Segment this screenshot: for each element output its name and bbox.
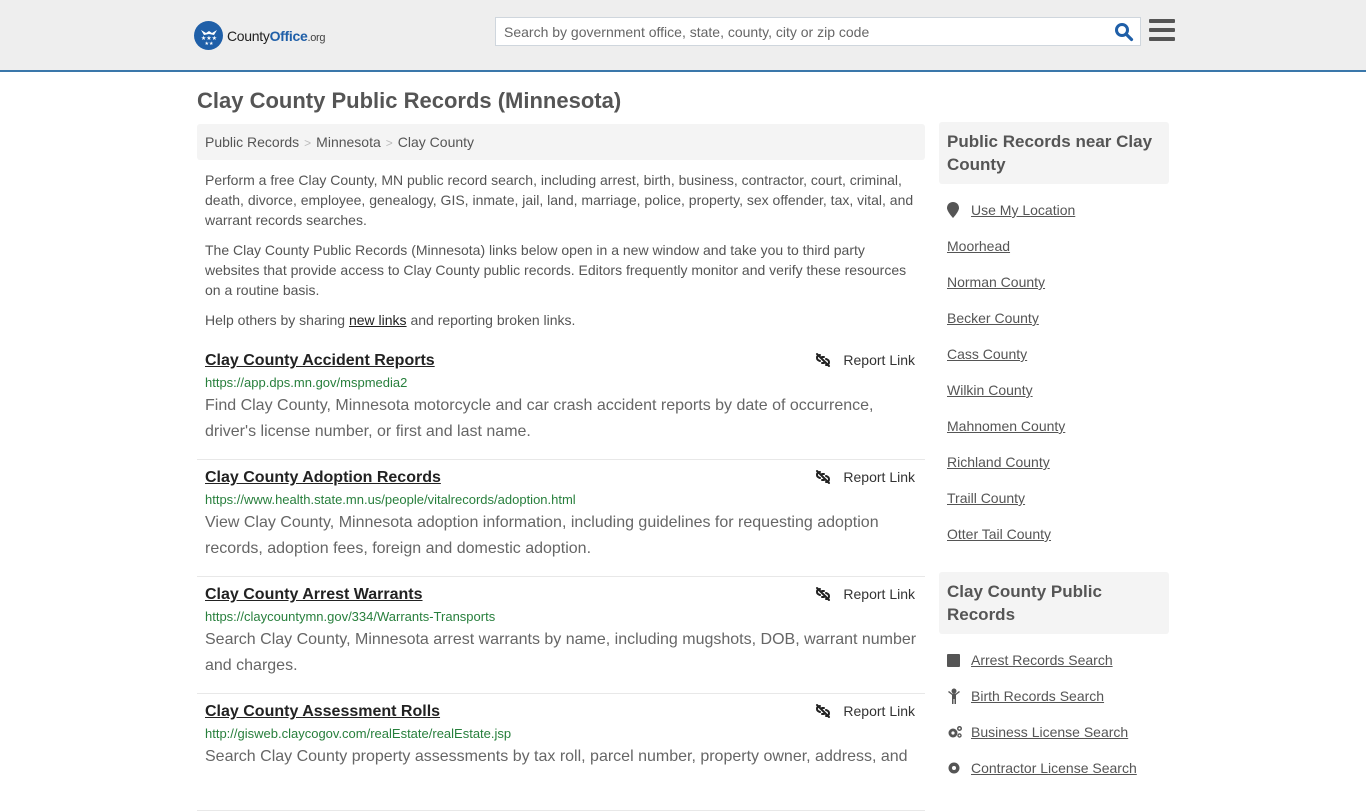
record-description: Find Clay County, Minnesota motorcycle a… bbox=[205, 397, 874, 440]
county-record-item: Arrest Records Search bbox=[947, 642, 1161, 678]
menu-bar-icon bbox=[1149, 28, 1175, 32]
records-list: Clay County Accident Reports Report Link… bbox=[197, 343, 925, 811]
page-title: Clay County Public Records (Minnesota) bbox=[197, 88, 622, 113]
use-location-item: Use My Location bbox=[947, 192, 1161, 228]
record-title-link[interactable]: Clay County Adoption Records bbox=[205, 469, 441, 487]
menu-bar-icon bbox=[1149, 37, 1175, 41]
nearby-link-becker-county[interactable]: Becker County bbox=[947, 310, 1039, 326]
search-icon bbox=[1115, 23, 1134, 42]
broken-link-icon bbox=[816, 704, 831, 718]
nearby-heading: Public Records near Clay County bbox=[939, 122, 1169, 184]
record-title-link[interactable]: Clay County Accident Reports bbox=[205, 352, 435, 370]
report-link-button[interactable]: Report Link bbox=[815, 352, 915, 368]
nearby-item: Richland County bbox=[947, 444, 1161, 480]
menu-bar-icon bbox=[1149, 19, 1175, 23]
record-item: Clay County Adoption Records Report Link… bbox=[197, 460, 925, 577]
record-item: Clay County Accident Reports Report Link… bbox=[197, 343, 925, 460]
record-item: Clay County Assessment Rolls Report Link… bbox=[197, 694, 925, 811]
nearby-link-cass-county[interactable]: Cass County bbox=[947, 346, 1027, 362]
report-link-button[interactable]: Report Link bbox=[815, 703, 915, 719]
nearby-item: Otter Tail County bbox=[947, 516, 1161, 552]
record-title-link[interactable]: Clay County Assessment Rolls bbox=[205, 703, 440, 721]
broken-link-icon bbox=[816, 353, 831, 367]
nearby-link-traill-county[interactable]: Traill County bbox=[947, 490, 1025, 506]
arrest-records-search-link[interactable]: Arrest Records Search bbox=[971, 652, 1113, 668]
nearby-link-mahnomen-county[interactable]: Mahnomen County bbox=[947, 418, 1065, 434]
cogs-icon bbox=[947, 725, 963, 739]
county-record-item: Business License Search bbox=[947, 714, 1161, 750]
breadcrumb: Public Records > Minnesota > Clay County bbox=[197, 124, 925, 160]
nearby-item: Norman County bbox=[947, 264, 1161, 300]
breadcrumb-public-records[interactable]: Public Records bbox=[205, 134, 299, 150]
nearby-item: Becker County bbox=[947, 300, 1161, 336]
new-links-link[interactable]: new links bbox=[349, 312, 407, 328]
intro-paragraph: The Clay County Public Records (Minnesot… bbox=[205, 242, 907, 298]
nearby-link-otter-tail-county[interactable]: Otter Tail County bbox=[947, 526, 1051, 542]
search-button[interactable] bbox=[1114, 22, 1134, 42]
breadcrumb-clay-county[interactable]: Clay County bbox=[398, 134, 474, 150]
help-paragraph: Help others by sharing new links and rep… bbox=[205, 312, 576, 328]
record-url: https://app.dps.mn.gov/mspmedia2 bbox=[205, 375, 408, 390]
map-marker-icon bbox=[947, 202, 963, 218]
record-url: http://gisweb.claycogov.com/realEstate/r… bbox=[205, 726, 512, 741]
nearby-link-moorhead[interactable]: Moorhead bbox=[947, 238, 1010, 254]
nearby-link-norman-county[interactable]: Norman County bbox=[947, 274, 1045, 290]
search-input[interactable] bbox=[496, 18, 1106, 45]
site-logo[interactable]: ★★★ ★★ CountyOffice.org bbox=[194, 21, 326, 50]
nearby-item: Cass County bbox=[947, 336, 1161, 372]
record-url: https://claycountymn.gov/334/Warrants-Tr… bbox=[205, 609, 496, 624]
nearby-link-wilkin-county[interactable]: Wilkin County bbox=[947, 382, 1033, 398]
county-records-heading: Clay County Public Records bbox=[939, 572, 1169, 634]
nearby-item: Traill County bbox=[947, 480, 1161, 516]
record-url: https://www.health.state.mn.us/people/vi… bbox=[205, 492, 576, 507]
breadcrumb-minnesota[interactable]: Minnesota bbox=[316, 134, 381, 150]
site-header: ★★★ ★★ CountyOffice.org bbox=[0, 0, 1366, 72]
nearby-records-panel: Public Records near Clay County Use My L… bbox=[939, 122, 1169, 552]
nearby-item: Wilkin County bbox=[947, 372, 1161, 408]
gear-icon bbox=[947, 761, 963, 775]
nearby-link-richland-county[interactable]: Richland County bbox=[947, 454, 1050, 470]
contractor-license-search-link[interactable]: Contractor License Search bbox=[971, 760, 1137, 776]
report-link-button[interactable]: Report Link bbox=[815, 586, 915, 602]
broken-link-icon bbox=[816, 587, 831, 601]
county-records-panel: Clay County Public Records Arrest Record… bbox=[939, 572, 1169, 786]
broken-link-icon bbox=[816, 470, 831, 484]
nearby-item: Moorhead bbox=[947, 228, 1161, 264]
intro-paragraph: Perform a free Clay County, MN public re… bbox=[205, 172, 914, 228]
birth-records-search-link[interactable]: Birth Records Search bbox=[971, 688, 1104, 704]
nearby-list: Use My Location Moorhead Norman County B… bbox=[939, 184, 1169, 552]
breadcrumb-separator: > bbox=[385, 136, 393, 150]
nearby-item: Mahnomen County bbox=[947, 408, 1161, 444]
record-title-link[interactable]: Clay County Arrest Warrants bbox=[205, 586, 423, 604]
county-record-item: Birth Records Search bbox=[947, 678, 1161, 714]
logo-wordmark: CountyOffice.org bbox=[227, 27, 326, 44]
svg-text:★★: ★★ bbox=[204, 41, 213, 46]
breadcrumb-separator: > bbox=[304, 136, 312, 150]
hamburger-menu-button[interactable] bbox=[1149, 19, 1175, 41]
record-description: Search Clay County property assessments … bbox=[205, 748, 908, 765]
eagle-stars-icon: ★★★ ★★ bbox=[194, 21, 223, 50]
search-bar bbox=[495, 17, 1141, 46]
square-icon bbox=[947, 653, 963, 667]
county-records-list: Arrest Records Search Birth Records Sear… bbox=[939, 634, 1169, 786]
use-my-location-link[interactable]: Use My Location bbox=[971, 202, 1075, 218]
record-description: Search Clay County, Minnesota arrest war… bbox=[205, 631, 917, 674]
record-item: Clay County Arrest Warrants Report Link … bbox=[197, 577, 925, 694]
report-link-button[interactable]: Report Link bbox=[815, 469, 915, 485]
business-license-search-link[interactable]: Business License Search bbox=[971, 724, 1128, 740]
county-record-item: Contractor License Search bbox=[947, 750, 1161, 786]
intro-text: Perform a free Clay County, MN public re… bbox=[205, 170, 920, 340]
child-icon bbox=[947, 688, 963, 704]
record-description: View Clay County, Minnesota adoption inf… bbox=[205, 514, 879, 557]
